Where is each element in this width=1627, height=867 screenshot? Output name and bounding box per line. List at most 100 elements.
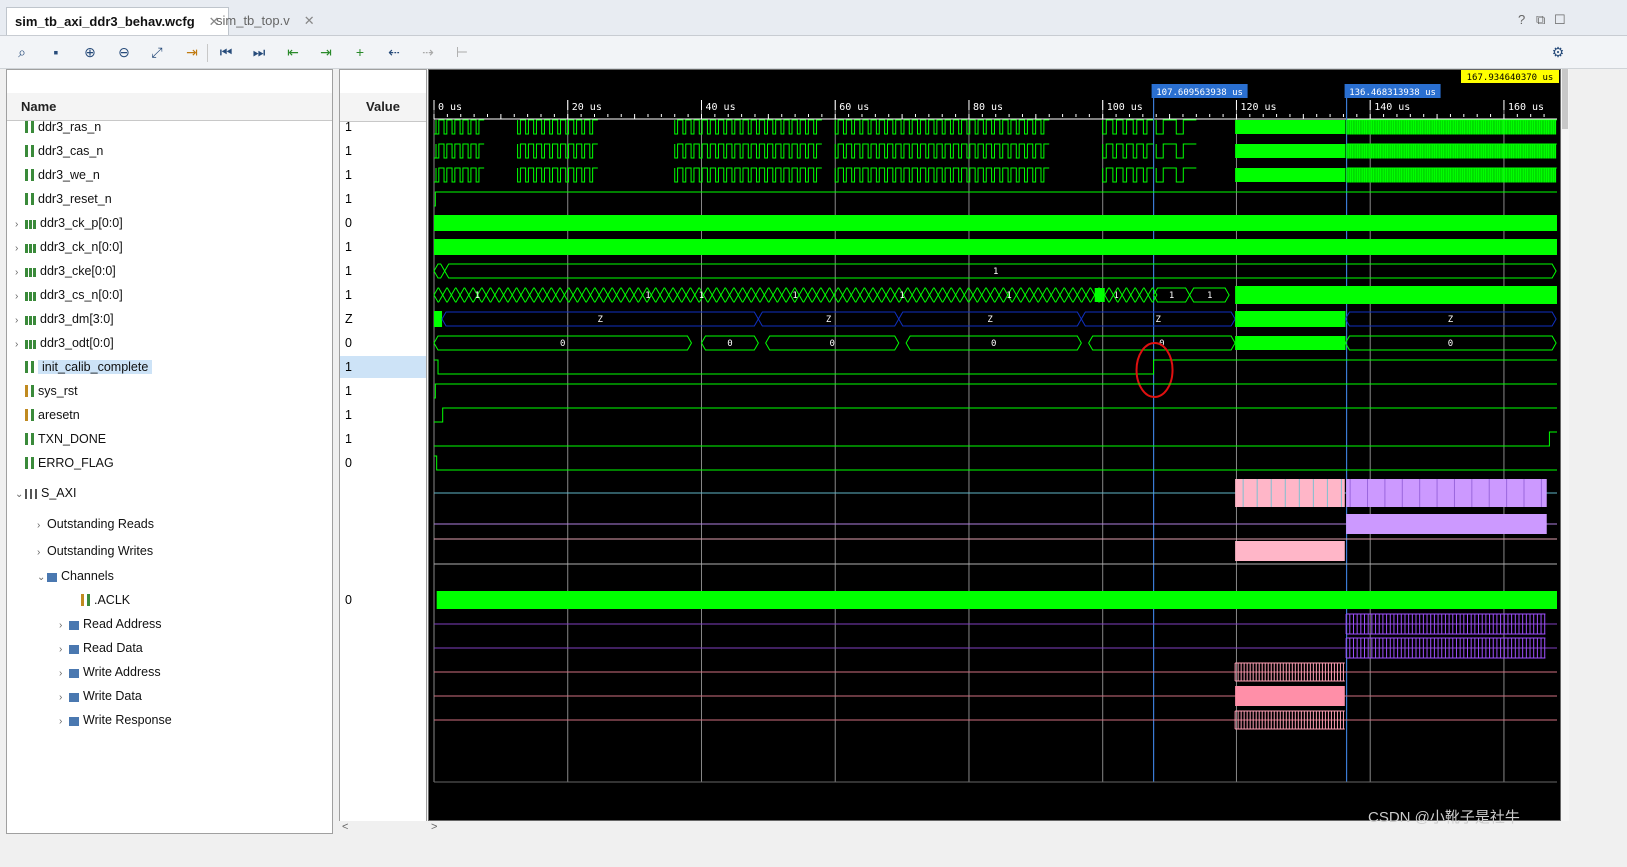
next-transition-icon[interactable]: ⇥ — [316, 42, 336, 62]
expand-icon[interactable]: › — [15, 262, 25, 284]
scroll-left-icon[interactable]: > — [431, 821, 437, 833]
signal-row[interactable]: › Write Address — [59, 661, 161, 683]
zoom-fit-icon[interactable]: ⤢ — [147, 42, 167, 62]
bus-value-label: Z — [597, 315, 603, 325]
expand-icon[interactable]: › — [15, 334, 25, 356]
scroll-thumb[interactable] — [1562, 69, 1568, 129]
help-icon[interactable]: ? — [1518, 12, 1525, 27]
signal-row[interactable]: › Write Data — [59, 685, 142, 707]
signal-name: ddr3_odt[0:0] — [40, 336, 114, 350]
signal-row[interactable]: › ddr3_ck_p[0:0] — [15, 212, 123, 234]
zoom-in-icon[interactable]: ⊕ — [80, 42, 100, 62]
signal-value: 0 — [345, 336, 352, 350]
expand-icon[interactable]: › — [59, 711, 69, 733]
signal-row[interactable]: ERRO_FLAG — [15, 452, 114, 474]
waveform-area[interactable]: 0 us 20 us 40 us 60 us 80 us 100 us 120 us 140 … — [428, 69, 1561, 821]
tab-label: sim_tb_axi_ddr3_behav.wcfg — [15, 14, 195, 29]
signal-row[interactable]: › Outstanding Reads — [37, 513, 154, 535]
bus-value-label: Z — [987, 315, 993, 325]
prev-marker-icon[interactable]: ⇠ — [384, 42, 404, 62]
signal-row[interactable]: aresetn — [15, 404, 80, 426]
signal-row[interactable]: › ddr3_cke[0:0] — [15, 260, 116, 282]
group-icon — [69, 693, 79, 702]
save-icon[interactable]: ▪ — [46, 42, 66, 62]
signal-value: 0 — [345, 456, 352, 470]
wave-shape-21 — [674, 167, 822, 183]
expand-icon[interactable]: ⌄ — [37, 567, 47, 589]
expand-icon[interactable]: › — [15, 286, 25, 308]
signal-row[interactable]: TXN_DONE — [15, 428, 106, 450]
tab-bar: sim_tb_axi_ddr3_behav.wcfg ✕ sim_tb_top.v… — [0, 0, 1627, 36]
signal-row[interactable]: .ACLK — [71, 589, 130, 611]
tab-tb-top[interactable]: sim_tb_top.v ✕ — [208, 7, 323, 35]
signal-value: 0 — [345, 216, 352, 230]
expand-icon[interactable]: › — [59, 663, 69, 685]
signal-row[interactable]: › Read Data — [59, 637, 143, 659]
signal-row[interactable]: › Read Address — [59, 613, 162, 635]
expand-icon[interactable]: › — [15, 214, 25, 236]
search-icon[interactable]: ⌕ — [12, 42, 32, 62]
signal-row[interactable]: ⌄ S_AXI — [15, 482, 76, 504]
signal-row[interactable]: sys_rst — [15, 380, 78, 402]
wave-shape-43 — [529, 287, 539, 303]
expand-icon[interactable]: › — [15, 310, 25, 332]
marker-label: 107.609563938 us — [1156, 88, 1243, 98]
highlight-circle — [1135, 342, 1174, 398]
value-hscroll[interactable]: < — [339, 821, 427, 834]
signal-row[interactable]: › Write Response — [59, 709, 172, 731]
expand-icon[interactable]: › — [37, 515, 47, 537]
wave-shape-139 — [1235, 479, 1345, 507]
expand-icon[interactable]: › — [37, 542, 47, 564]
wave-hscroll[interactable]: > — [428, 821, 448, 834]
wave-shape-69 — [755, 287, 765, 303]
wave-shape-82 — [868, 287, 878, 303]
waveform-canvas[interactable]: 0 us 20 us 40 us 60 us 80 us 100 us 120 us 140 … — [429, 70, 1560, 820]
signal-row[interactable]: ddr3_we_n — [15, 164, 100, 186]
maximize-icon[interactable]: ☐ — [1554, 12, 1566, 28]
wire-icon — [25, 433, 34, 445]
signal-row[interactable]: › ddr3_ck_n[0:0] — [15, 236, 123, 258]
scroll-left-icon[interactable]: < — [342, 821, 348, 833]
goto-cursor-icon[interactable]: ⇥ — [182, 42, 202, 62]
wave-vscroll[interactable] — [1561, 69, 1569, 821]
next-marker-icon[interactable]: ⇢ — [418, 42, 438, 62]
bus-icon — [25, 244, 36, 253]
wave-shape-50 — [589, 287, 600, 303]
tab-wcfg[interactable]: sim_tb_axi_ddr3_behav.wcfg ✕ — [6, 7, 229, 35]
signal-row[interactable]: › ddr3_dm[3:0] — [15, 308, 114, 330]
expand-icon[interactable]: › — [59, 687, 69, 709]
signal-row[interactable]: ddr3_reset_n — [15, 188, 112, 210]
signal-row[interactable]: › ddr3_odt[0:0] — [15, 332, 114, 354]
wave-shape-61 — [685, 287, 696, 303]
signal-row[interactable]: ddr3_ras_n — [15, 116, 101, 138]
wave-shape-71 — [772, 287, 783, 303]
expand-icon[interactable]: › — [15, 238, 25, 260]
signal-row[interactable]: › ddr3_cs_n[0:0] — [15, 284, 123, 306]
signal-row[interactable]: ddr3_cas_n — [15, 140, 103, 162]
close-icon[interactable]: ✕ — [304, 13, 315, 28]
tab-label: sim_tb_top.v — [216, 13, 290, 28]
restore-icon[interactable]: ⧉ — [1536, 12, 1545, 28]
expand-icon[interactable]: ⌄ — [15, 484, 25, 506]
signal-name: Write Response — [83, 713, 172, 727]
expand-icon[interactable]: › — [59, 639, 69, 661]
signal-row[interactable]: › Outstanding Writes — [37, 540, 153, 562]
settings-icon[interactable]: ⚙ — [1548, 42, 1568, 62]
wave-shape-51 — [598, 287, 609, 303]
add-marker-icon[interactable]: + — [350, 42, 370, 62]
goto-end-icon[interactable]: ⏭ — [249, 42, 269, 62]
signal-row[interactable]: ⌄ Channels — [37, 565, 114, 587]
wave-shape-48 — [572, 287, 583, 303]
swap-cursor-icon[interactable]: ⊢ — [452, 42, 472, 62]
wave-shape-59 — [668, 287, 678, 303]
wave-shape-23 — [1102, 167, 1154, 183]
wave-shape-16 — [1235, 144, 1346, 158]
wave-shape-112 — [1121, 287, 1132, 303]
signal-row[interactable]: init_calib_complete — [15, 356, 153, 378]
prev-transition-icon[interactable]: ⇤ — [283, 42, 303, 62]
signal-name: ddr3_ras_n — [38, 120, 102, 134]
expand-icon[interactable]: › — [59, 615, 69, 637]
goto-start-icon[interactable]: ⏮ — [216, 42, 236, 62]
signal-value: 1 — [345, 408, 352, 422]
zoom-out-icon[interactable]: ⊖ — [114, 42, 134, 62]
